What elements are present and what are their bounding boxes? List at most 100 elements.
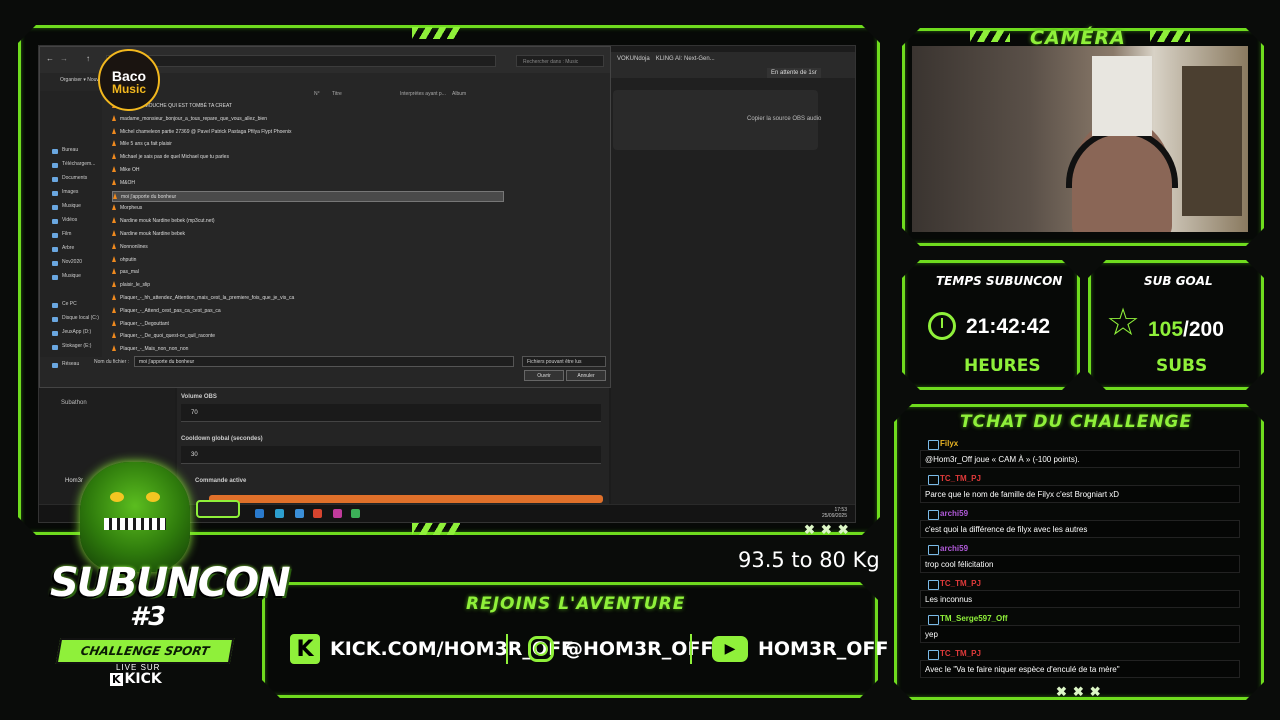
nav-item[interactable]: JeuxApp (D:): [62, 329, 91, 335]
browser-tab[interactable]: VOKUNdoja: [617, 56, 650, 62]
folder-icon: [52, 317, 58, 322]
system-tray[interactable]: 17:53 25/09/2025: [822, 507, 847, 519]
nav-item[interactable]: Ce PC: [62, 301, 77, 307]
file-row[interactable]: Plaquer_-_Degouttant: [112, 319, 169, 330]
star-icon: ☆: [1106, 302, 1141, 344]
kick-icon: K: [110, 673, 123, 686]
save-button[interactable]: [209, 495, 603, 503]
file-name: Nardine mouk Nardine bebek (mp3cut.net): [120, 218, 215, 225]
nav-item[interactable]: Réseau: [62, 361, 79, 367]
chat-username[interactable]: archi59: [940, 509, 968, 518]
chat-message: c'est quoi la différence de filyx avec l…: [920, 520, 1240, 538]
cancel-button[interactable]: Annuler: [566, 370, 606, 381]
chat-username[interactable]: TM_Serge597_Off: [940, 614, 1008, 623]
folder-icon: [52, 247, 58, 252]
file-row[interactable]: Nardine mouk Nardine bebek (mp3cut.net): [112, 216, 215, 227]
column-header-album[interactable]: Album: [452, 91, 466, 97]
file-row[interactable]: pas_mal: [112, 267, 139, 278]
search-input[interactable]: Rechercher dans : Music: [516, 55, 604, 67]
youtube-icon: ▶: [712, 636, 748, 662]
baco-logo-line2: Music: [111, 82, 146, 96]
file-row[interactable]: Plaquer_-_Mais_non_non_non: [112, 344, 188, 355]
crocodile-mascot: [80, 462, 190, 572]
column-header-artists[interactable]: Interprètes ayant p...: [400, 91, 446, 97]
file-row[interactable]: plaisir_le_slip: [112, 280, 150, 291]
taskbar-app-icon[interactable]: [333, 509, 342, 518]
folder-icon: [52, 191, 58, 196]
nav-item[interactable]: Musique: [62, 203, 81, 209]
vlc-icon: [112, 178, 116, 185]
chat-badge-icon: [928, 650, 939, 660]
taskbar-app-icon[interactable]: [295, 509, 304, 518]
file-row[interactable]: Morpheus: [112, 203, 142, 214]
logo-title: SUBUNCON: [50, 560, 291, 606]
browser-tab[interactable]: KLING AI: Next-Gen...: [656, 56, 715, 62]
weight-goal-text: 93.5 to 80 Kg: [738, 548, 880, 572]
chat-username[interactable]: TC_TM_PJ: [940, 649, 981, 658]
nav-item[interactable]: Arbre: [62, 245, 74, 251]
nav-item[interactable]: Disque local (C:): [62, 315, 99, 321]
file-row[interactable]: Plaquer_-_Attend_cest_pas_ca_cest_pas_ca: [112, 306, 221, 317]
folder-icon: [52, 149, 58, 154]
social-instagram[interactable]: @HOM3R_OFF: [528, 632, 713, 666]
file-name: Nonnonlines: [120, 243, 148, 250]
chat-badge-icon: [928, 440, 939, 450]
file-row[interactable]: madame_monsieur_bonjour_a_tous_repare_qu…: [112, 114, 267, 125]
file-name: Plaquer_-_Attend_cest_pas_ca_cest_pas_ca: [120, 307, 221, 314]
file-row[interactable]: Michael je sais pas de quel Michael que …: [112, 152, 229, 163]
file-row[interactable]: Nonnonlines: [112, 242, 148, 253]
social-youtube[interactable]: ▶ HOM3R_OFF: [712, 632, 888, 666]
mascot-eye: [146, 492, 160, 502]
logo-band: CHALLENGE SPORT: [55, 638, 235, 664]
nav-item[interactable]: Bureau: [62, 147, 78, 153]
divider: [506, 634, 508, 664]
chat-username[interactable]: archi59: [940, 544, 968, 553]
filename-input[interactable]: moi j'apporte du bonheur: [134, 356, 514, 367]
file-row[interactable]: ohputin: [112, 255, 136, 266]
chat-username[interactable]: TC_TM_PJ: [940, 579, 981, 588]
nav-item[interactable]: Film: [62, 231, 71, 237]
nav-item[interactable]: Téléchargem...: [62, 161, 95, 167]
timer-title: TEMPS SUBUNCON: [936, 274, 1063, 288]
logo-platform-text: KICK: [124, 671, 162, 687]
file-row[interactable]: Nardine mouk Nardine bebek: [112, 229, 185, 240]
file-name: M&OH: [120, 179, 135, 186]
up-icon[interactable]: ↑: [86, 54, 90, 63]
copy-source-button[interactable]: Copier la source OBS audio: [747, 116, 821, 122]
sidebar-item-subathon[interactable]: Subathon: [61, 400, 87, 406]
chat-x-marks: ✖✖✖: [1056, 684, 1107, 699]
file-row[interactable]: Plaquer_-_hh_attendez_Attention_mais_ces…: [112, 293, 294, 304]
column-header-number[interactable]: N°: [314, 91, 320, 97]
chat-message: Les inconnus: [920, 590, 1240, 608]
nav-item[interactable]: Stokager (E:): [62, 343, 91, 349]
nav-item[interactable]: Musique: [62, 273, 81, 279]
nav-item[interactable]: Documents: [62, 175, 87, 181]
taskbar-app-icon[interactable]: [351, 509, 360, 518]
nav-item[interactable]: Vidéos: [62, 217, 77, 223]
chat-message: Avec le "Va te faire niquer espèce d'enc…: [920, 660, 1240, 678]
nav-item[interactable]: Nov2020: [62, 259, 82, 265]
file-row[interactable]: M&OH: [112, 178, 135, 189]
open-button[interactable]: Ouvrir: [524, 370, 564, 381]
address-bar[interactable]: Bureau › Music: [106, 55, 496, 67]
taskbar-app-icon[interactable]: [313, 509, 322, 518]
chat-username[interactable]: Filyx: [940, 439, 958, 448]
column-header-title[interactable]: Titre: [332, 91, 342, 97]
taskbar-app-icon[interactable]: [275, 509, 284, 518]
file-row[interactable]: Plaquer_-_De_quoi_quest-ce_quil_raconte: [112, 331, 215, 342]
back-icon[interactable]: ←: [46, 54, 54, 63]
filetype-select[interactable]: Fichiers pouvant être lus: [522, 356, 606, 367]
nav-item[interactable]: Images: [62, 189, 78, 195]
file-name: Michael je sais pas de quel Michael que …: [120, 154, 229, 161]
file-row[interactable]: Mile 5 ans ça fait plaisir: [112, 139, 172, 150]
file-row[interactable]: moi j'apporte du bonheur: [112, 190, 504, 202]
vlc-icon: [112, 268, 116, 275]
forward-icon[interactable]: →: [60, 54, 68, 63]
chat-badge-icon: [928, 580, 939, 590]
chat-username[interactable]: TC_TM_PJ: [940, 474, 981, 483]
folder-icon: [52, 303, 58, 308]
instagram-lens: [534, 642, 548, 656]
file-row[interactable]: Michel chameleon partie 27369 @ Pavel Pa…: [112, 127, 292, 138]
file-row[interactable]: Mike OH: [112, 165, 139, 176]
volume-input[interactable]: 70: [181, 404, 601, 422]
